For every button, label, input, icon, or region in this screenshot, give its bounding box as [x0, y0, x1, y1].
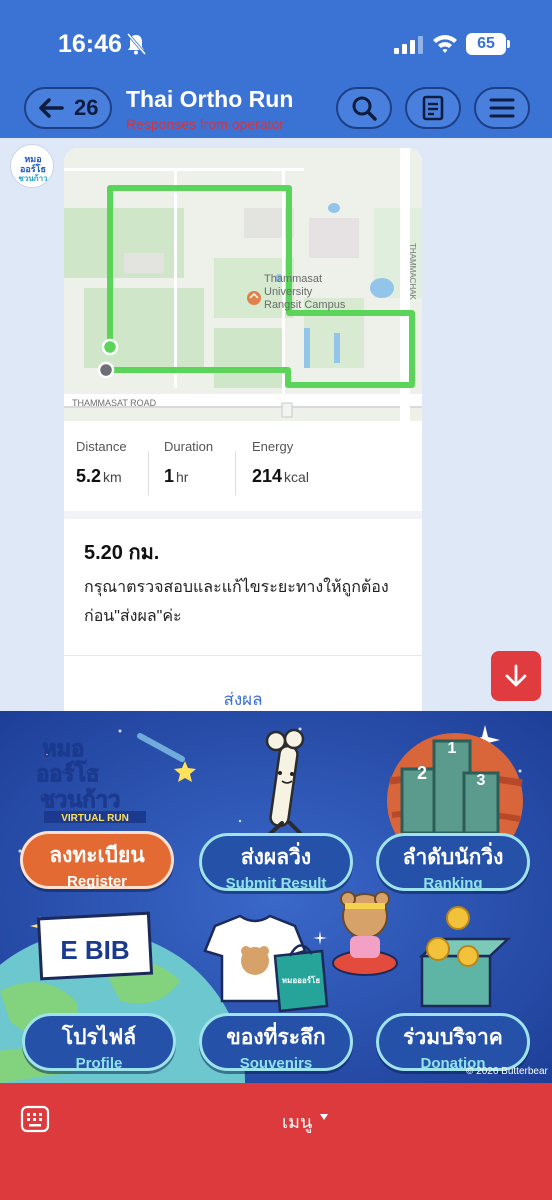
- battery-tip: [507, 40, 510, 48]
- donation-label-th: ร่วมบริจาค: [403, 1026, 503, 1049]
- tote-bag-icon: หมอออร์โธ: [273, 944, 329, 1013]
- logo-badge: VIRTUAL RUN: [61, 813, 129, 824]
- stat-distance-value: 5.2: [76, 466, 102, 486]
- ranking-label-th: ลำดับนักวิ่ง: [402, 846, 504, 869]
- souvenirs-label-th: ของที่ระลึก: [226, 1026, 326, 1049]
- stat-energy: Energy 214 kcal: [252, 439, 309, 487]
- podium-2: 2: [417, 763, 427, 783]
- status-time: 16:46: [58, 30, 122, 58]
- chat-area[interactable]: หมอ ออร์โธ ชวนก้าว Thammasat University …: [0, 138, 552, 711]
- search-icon: [352, 96, 377, 121]
- logo-icon: หมอ ออร์โธ ชวนก้าว: [11, 145, 53, 187]
- run-stats: Distance 5.2 km Duration 1 hr Energy 214 kc…: [64, 421, 422, 511]
- stat-duration-label: Duration: [164, 439, 214, 454]
- message-body: กรุณาตรวจสอบและแก้ไขระยะทางให้ถูกต้องก่อ…: [84, 579, 389, 625]
- arrow-down-icon: [505, 664, 527, 687]
- svg-text:ชวนก้าว: ชวนก้าว: [18, 173, 48, 183]
- divider: [64, 655, 422, 656]
- search-button[interactable]: [336, 87, 392, 129]
- stat-divider: [235, 451, 236, 495]
- souvenirs-label-en: Souvenirs: [239, 1055, 313, 1072]
- caret-down-icon[interactable]: [320, 1114, 328, 1120]
- ebib-text: E BIB: [60, 935, 129, 965]
- bottom-menu-bar: เมนู: [0, 1083, 552, 1200]
- hamburger-icon: [489, 98, 515, 118]
- bell-slash-icon: [126, 33, 147, 55]
- message-title: 5.20 กม.: [84, 542, 160, 564]
- stat-duration-value: 1: [164, 466, 175, 486]
- stat-energy-value: 214: [252, 466, 283, 486]
- map-label-campus-3: Rangsit Campus: [264, 299, 346, 311]
- svg-text:หมอ: หมอ: [24, 155, 41, 165]
- logo-line-2: ออร์โธ: [36, 760, 100, 787]
- stat-energy-unit: kcal: [284, 469, 309, 485]
- stat-distance-unit: km: [103, 469, 122, 485]
- submit-label-th: ส่งผลวิ่ง: [240, 846, 312, 869]
- status-bar: 16:46 65: [0, 0, 552, 80]
- stat-distance: Distance 5.2 km: [76, 439, 127, 487]
- avatar[interactable]: หมอ ออร์โธ ชวนก้าว: [10, 144, 54, 188]
- stat-duration: Duration 1 hr: [164, 439, 213, 487]
- map-road-label-right: THAMMACHAK: [408, 243, 417, 301]
- profile-label-en: Profile: [75, 1055, 123, 1072]
- stat-duration-unit: hr: [176, 469, 189, 485]
- chat-header: 26 Thai Ortho Run Responses from operato…: [0, 80, 552, 138]
- stat-distance-label: Distance: [76, 439, 127, 454]
- map-label-campus-1: Thammasat: [264, 273, 322, 285]
- divider: [64, 511, 422, 519]
- unread-count: 26: [74, 95, 99, 120]
- chat-title: Thai Ortho Run: [126, 86, 294, 112]
- rich-menu: 2 1 3 E BIB หมอออร์โธ หมอ ออร์โธ ชวนก้าว…: [0, 711, 552, 1083]
- document-icon: [422, 95, 444, 121]
- wifi-icon: [433, 35, 457, 53]
- scroll-down-button[interactable]: [491, 651, 541, 701]
- donation-button[interactable]: ร่วมบริจาค Donation: [376, 1013, 530, 1072]
- route-map[interactable]: Thammasat University Rangsit Campus THAM…: [64, 148, 422, 421]
- ranking-label-en: Ranking: [423, 875, 483, 892]
- keyboard-icon[interactable]: [20, 1105, 50, 1133]
- submit-result-link[interactable]: ส่งผล: [64, 686, 422, 711]
- submit-result-button[interactable]: ส่งผลวิ่ง Submit Result: [199, 833, 353, 892]
- menu-toggle-label[interactable]: เมนู: [282, 1107, 312, 1136]
- logo-line-1: หมอ: [42, 737, 84, 762]
- notes-button[interactable]: [405, 87, 461, 129]
- ranking-button[interactable]: ลำดับนักวิ่ง Ranking: [376, 833, 530, 892]
- podium-1: 1: [448, 740, 457, 757]
- register-label-en: Register: [66, 873, 128, 890]
- profile-button[interactable]: โปรไฟล์ Profile: [22, 1013, 176, 1072]
- arrow-left-icon: [39, 98, 64, 118]
- menu-button[interactable]: [474, 87, 530, 129]
- submit-label-en: Submit Result: [225, 875, 327, 892]
- signal-icon: [394, 36, 423, 54]
- map-label-campus-2: University: [264, 286, 313, 298]
- copyright-text: © 2026 Butterbear: [466, 1066, 548, 1077]
- chat-subtitle: Responses from operator: [126, 116, 284, 132]
- souvenirs-button[interactable]: ของที่ระลึก Souvenirs: [199, 1013, 353, 1072]
- map-road-label-bottom: THAMMASAT ROAD: [72, 398, 157, 408]
- podium-3: 3: [477, 772, 486, 789]
- stat-energy-label: Energy: [252, 439, 294, 454]
- stat-divider: [148, 451, 149, 495]
- battery-indicator: 65: [466, 33, 506, 55]
- register-label-th: ลงทะเบียน: [49, 844, 145, 867]
- logo-line-3: ชวนก้าว: [40, 788, 120, 813]
- run-result-card: Thammasat University Rangsit Campus THAM…: [64, 148, 422, 711]
- ebib-card-icon: E BIB: [36, 911, 154, 981]
- tote-logo-text: หมอออร์โธ: [282, 975, 321, 985]
- back-button[interactable]: 26: [24, 87, 112, 129]
- profile-label-th: โปรไฟล์: [61, 1026, 137, 1049]
- register-button[interactable]: ลงทะเบียน Register: [20, 831, 174, 890]
